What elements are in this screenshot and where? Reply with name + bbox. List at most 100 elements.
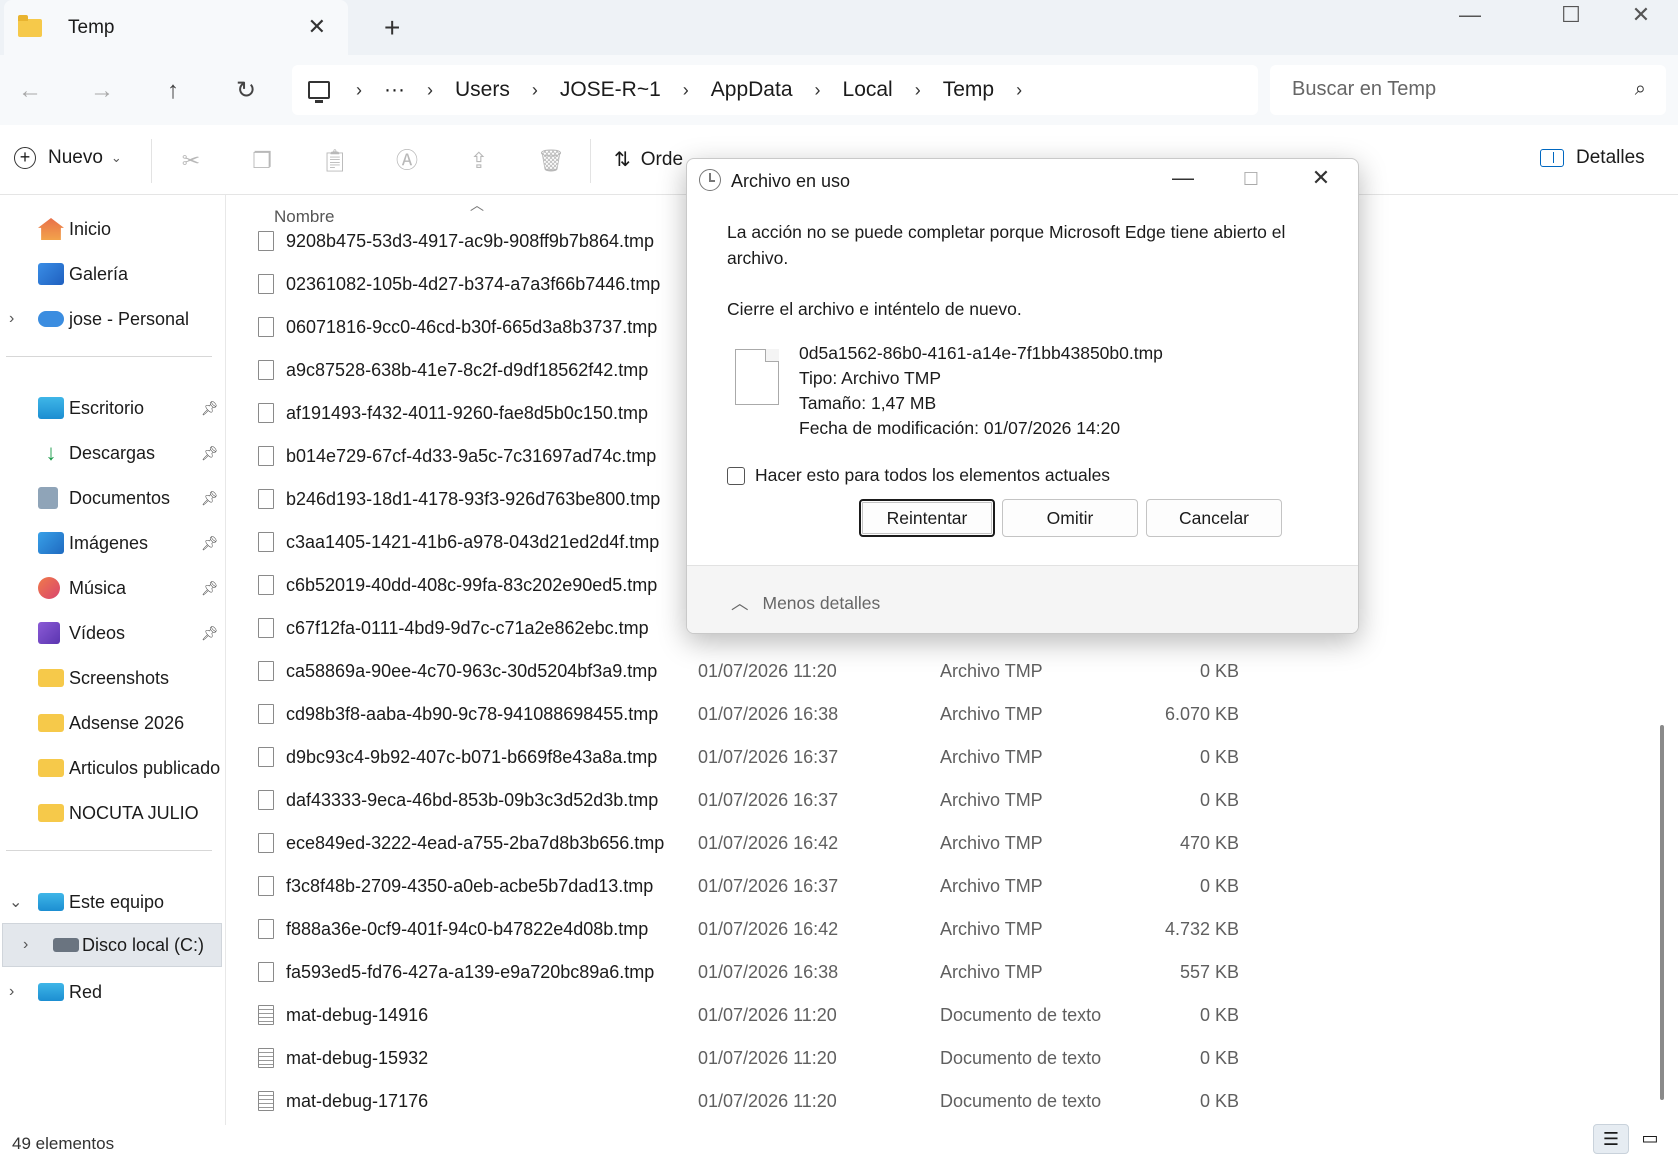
sidebar-item-inicio[interactable]: Inicio <box>0 207 226 251</box>
table-row[interactable]: mat-debug-14916 01/07/2026 11:20 Documento… <box>226 997 1656 1040</box>
pin-icon[interactable]: 📌︎ <box>201 445 219 462</box>
search-input[interactable]: Buscar en Temp <box>1292 78 1436 101</box>
chevron-right-icon[interactable]: › <box>815 80 821 101</box>
chevron-right-icon[interactable]: › <box>23 936 28 954</box>
table-row[interactable]: cd98b3f8-aaba-4b90-9c78-941088698455.tmp… <box>226 696 1656 739</box>
up-icon[interactable]: ↑ <box>155 73 191 109</box>
pin-icon[interactable]: 📌︎ <box>201 490 219 507</box>
sidebar-item-este-equipo[interactable]: ⌄ Este equipo <box>0 880 226 924</box>
sidebar-item-documentos[interactable]: Documentos 📌︎ <box>0 476 226 520</box>
apply-all-checkbox[interactable]: Hacer esto para todos los elementos actu… <box>727 465 1110 486</box>
sidebar-item-musica[interactable]: Música 📌︎ <box>0 566 226 610</box>
dialog-close-button[interactable]: ✕ <box>1303 165 1339 191</box>
breadcrumb-appdata[interactable]: AppData <box>711 78 793 102</box>
sort-button[interactable]: ⇅ Orde <box>614 147 683 172</box>
forward-icon[interactable]: → <box>84 73 120 109</box>
table-row[interactable]: ece849ed-3222-4ead-a755-2ba7d8b3b656.tmp… <box>226 825 1656 868</box>
details-view-button[interactable]: ☰ <box>1593 1124 1629 1154</box>
file-size-cell: 470 KB <box>1179 833 1239 853</box>
chevron-right-icon[interactable]: › <box>532 80 538 101</box>
skip-button[interactable]: Omitir <box>1002 499 1138 537</box>
table-row[interactable]: mat-debug-17176 01/07/2026 11:20 Documento… <box>226 1083 1656 1126</box>
sidebar-item-disco-local[interactable]: › Disco local (C:) <box>2 923 222 967</box>
sidebar-item-galeria[interactable]: Galería <box>0 252 226 296</box>
chevron-right-icon[interactable]: › <box>9 983 14 1001</box>
chevron-right-icon[interactable]: › <box>356 80 362 101</box>
paste-icon[interactable]: 📋︎ <box>321 147 349 175</box>
sidebar-item-screenshots[interactable]: Screenshots <box>0 656 226 700</box>
sidebar-item-videos[interactable]: Vídeos 📌︎ <box>0 611 226 655</box>
chevron-right-icon[interactable]: › <box>915 80 921 101</box>
chevron-down-icon[interactable]: ⌄ <box>9 892 22 912</box>
file-type-cell: Archivo TMP <box>940 661 1043 681</box>
scrollbar[interactable] <box>1660 725 1664 1100</box>
new-button[interactable]: + Nuevo ⌄ <box>14 147 122 169</box>
sidebar-item-onedrive[interactable]: › jose - Personal <box>0 297 226 341</box>
breadcrumb-overflow[interactable]: ··· <box>384 78 405 102</box>
new-tab-button[interactable]: + <box>384 12 400 44</box>
less-details-toggle[interactable]: ︿ Menos detalles <box>731 590 880 615</box>
breadcrumb-users[interactable]: Users <box>455 78 510 102</box>
breadcrumb-jose[interactable]: JOSE-R~1 <box>560 78 661 102</box>
search-icon[interactable]: ⌕ <box>1635 78 1646 101</box>
dialog-minimize-button[interactable]: — <box>1165 165 1201 191</box>
table-row[interactable]: ca58869a-90ee-4c70-963c-30d5204bf3a9.tmp… <box>226 653 1656 696</box>
table-row[interactable]: f888a36e-0cf9-401f-94c0-b47822e4d08b.tmp… <box>226 911 1656 954</box>
tiles-view-button[interactable]: ▭ <box>1632 1124 1668 1154</box>
minimize-button[interactable]: — <box>1450 2 1490 28</box>
tab-bar: Temp ✕ + — ☐ ✕ <box>0 0 1678 55</box>
delete-icon[interactable]: 🗑︎ <box>537 147 565 175</box>
chevron-right-icon[interactable]: › <box>427 80 433 101</box>
sidebar-item-imagenes[interactable]: Imágenes 📌︎ <box>0 521 226 565</box>
file-in-use-dialog: Archivo en uso — ☐ ✕ La acción no se pue… <box>686 158 1359 634</box>
dialog-footer: ︿ Menos detalles <box>687 565 1358 633</box>
table-row[interactable]: mat-debug-15932 01/07/2026 11:20 Documento… <box>226 1040 1656 1083</box>
this-pc-icon[interactable] <box>308 81 330 103</box>
table-row[interactable]: daf43333-9eca-46bd-853b-09b3c3d52d3b.tmp… <box>226 782 1656 825</box>
file-type-cell: Documento de texto <box>940 1091 1102 1111</box>
file-type: Tipo: Archivo TMP <box>799 368 941 388</box>
file-size-cell: 6.070 KB <box>1164 704 1239 724</box>
breadcrumb-temp[interactable]: Temp <box>943 78 994 102</box>
share-icon[interactable]: ⇪ <box>465 147 493 175</box>
folder-icon <box>38 759 64 777</box>
close-tab-icon[interactable]: ✕ <box>308 14 326 40</box>
table-row[interactable]: f3c8f48b-2709-4350-a0eb-acbe5b7dad13.tmp… <box>226 868 1656 911</box>
pin-icon[interactable]: 📌︎ <box>201 625 219 642</box>
table-row[interactable]: fa593ed5-fd76-427a-a139-e9a720bc89a6.tmp… <box>226 954 1656 997</box>
sidebar-item-nocuta[interactable]: NOCUTA JULIO <box>0 791 226 835</box>
sidebar-item-adsense[interactable]: Adsense 2026 <box>0 701 226 745</box>
cut-icon[interactable]: ✂ <box>177 147 205 175</box>
tab-temp[interactable]: Temp ✕ <box>4 0 348 55</box>
sidebar-item-articulos[interactable]: Articulos publicado <box>0 746 226 790</box>
retry-button[interactable]: Reintentar <box>859 499 995 537</box>
sidebar-label: Este equipo <box>69 891 165 912</box>
close-window-button[interactable]: ✕ <box>1621 2 1661 28</box>
breadcrumb-local[interactable]: Local <box>843 78 893 102</box>
divider <box>151 139 152 183</box>
pin-icon[interactable]: 📌︎ <box>201 580 219 597</box>
chevron-right-icon[interactable]: › <box>1016 80 1022 101</box>
pin-icon[interactable]: 📌︎ <box>201 400 219 417</box>
chevron-right-icon[interactable]: › <box>9 310 14 328</box>
sidebar-item-red[interactable]: › Red <box>0 970 226 1014</box>
table-row[interactable]: d9bc93c4-9b92-407c-b071-b669f8e43a8a.tmp… <box>226 739 1656 782</box>
details-button[interactable]: Detalles <box>1540 147 1645 169</box>
search-box[interactable]: Buscar en Temp ⌕ <box>1270 65 1666 115</box>
file-name-cell: cd98b3f8-aaba-4b90-9c78-941088698455.tmp <box>286 704 659 724</box>
cancel-button[interactable]: Cancelar <box>1146 499 1282 537</box>
address-bar[interactable]: › ··· › Users › JOSE-R~1 › AppData › Loc… <box>292 65 1258 115</box>
copy-icon[interactable]: ❐ <box>248 147 276 175</box>
rename-icon[interactable]: Ⓐ <box>393 147 421 175</box>
sidebar-item-descargas[interactable]: ↓ Descargas 📌︎ <box>0 431 226 475</box>
refresh-icon[interactable]: ↻ <box>228 73 264 109</box>
sidebar-label: NOCUTA JULIO <box>69 802 199 823</box>
dialog-maximize-button[interactable]: ☐ <box>1233 169 1269 190</box>
chevron-right-icon[interactable]: › <box>683 80 689 101</box>
sidebar-item-escritorio[interactable]: Escritorio 📌︎ <box>0 386 226 430</box>
checkbox-box[interactable] <box>727 466 745 485</box>
back-icon[interactable]: ← <box>12 73 48 109</box>
file-name-cell: daf43333-9eca-46bd-853b-09b3c3d52d3b.tmp <box>286 790 659 810</box>
pin-icon[interactable]: 📌︎ <box>201 535 219 552</box>
maximize-button[interactable]: ☐ <box>1551 2 1591 28</box>
